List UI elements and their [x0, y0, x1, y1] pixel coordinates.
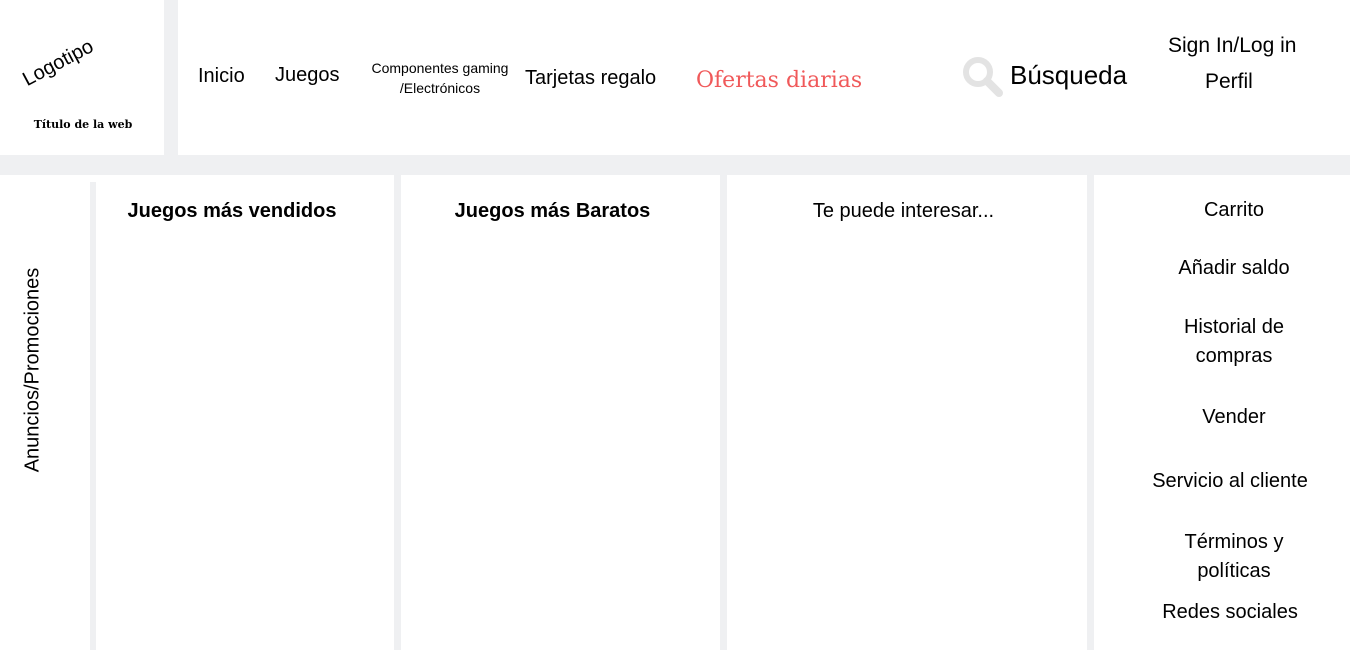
- nav-item-inicio[interactable]: Inicio: [198, 65, 245, 88]
- sidebar-item-anadir-saldo[interactable]: Añadir saldo: [1125, 254, 1343, 283]
- cheapest-games-heading: Juegos más Baratos: [454, 200, 651, 222]
- header-bottom-bar: [0, 155, 1350, 175]
- nav-item-tarjetas-regalo[interactable]: Tarjetas regalo: [525, 67, 656, 90]
- search-input[interactable]: Búsqueda: [1010, 60, 1127, 91]
- column-divider: [1087, 175, 1094, 650]
- sidebar-item-carrito[interactable]: Carrito: [1125, 196, 1343, 225]
- column-divider: [90, 182, 96, 650]
- nav-item-componentes[interactable]: Componentes gaming /Electrónicos: [362, 58, 518, 98]
- header-logo-divider: [164, 0, 178, 155]
- logo[interactable]: Logotipo: [19, 35, 98, 91]
- site-title: Título de la web: [33, 118, 133, 131]
- ads-promotions-panel[interactable]: Anuncios/Promociones: [22, 268, 45, 473]
- sidebar-item-historial-compras[interactable]: Historial de compras: [1164, 313, 1304, 371]
- column-divider: [720, 175, 727, 650]
- sidebar-item-servicio-cliente[interactable]: Servicio al cliente: [1121, 467, 1339, 496]
- nav-item-componentes-line1: Componentes gaming: [371, 60, 509, 76]
- nav-item-componentes-line2: /Electrónicos: [399, 80, 481, 96]
- search-icon[interactable]: [962, 56, 1004, 98]
- nav-item-juegos[interactable]: Juegos: [275, 64, 340, 87]
- profile-link[interactable]: Perfil: [1205, 70, 1253, 94]
- best-sellers-heading: Juegos más vendidos: [127, 200, 337, 222]
- sign-in-link[interactable]: Sign In/Log in: [1168, 34, 1296, 58]
- recommended-heading: Te puede interesar...: [812, 200, 995, 222]
- sidebar-item-redes-sociales[interactable]: Redes sociales: [1121, 598, 1339, 627]
- nav-item-ofertas-diarias[interactable]: Ofertas diarias: [696, 68, 862, 93]
- column-divider: [394, 175, 401, 650]
- sidebar-item-vender[interactable]: Vender: [1125, 403, 1343, 432]
- sidebar-item-terminos-politicas[interactable]: Términos y políticas: [1164, 528, 1304, 586]
